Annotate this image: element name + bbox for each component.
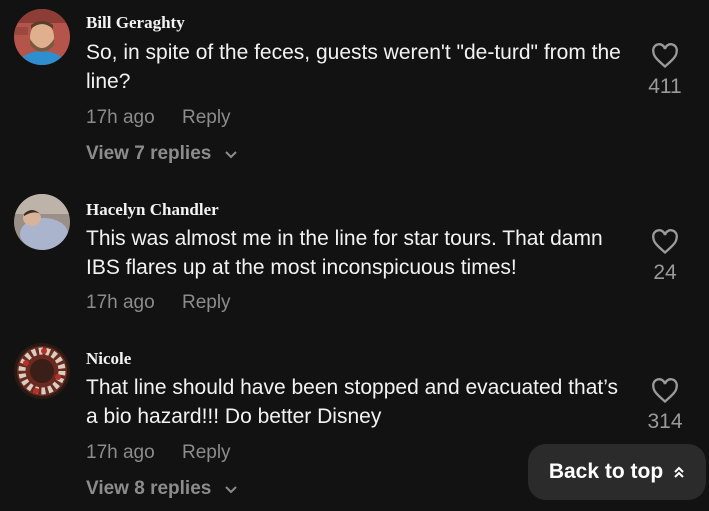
view-replies-button[interactable]: View 8 replies bbox=[86, 478, 237, 500]
like-button[interactable]: 411 bbox=[635, 43, 695, 99]
double-chevron-up-icon bbox=[674, 466, 684, 478]
comment-author[interactable]: Hacelyn Chandler bbox=[86, 200, 219, 220]
comment-timestamp: 17h ago bbox=[86, 442, 155, 463]
reply-button[interactable]: Reply bbox=[182, 292, 231, 313]
comment-text: So, in spite of the feces, guests weren'… bbox=[86, 41, 621, 93]
heart-icon bbox=[652, 229, 678, 255]
comment-author[interactable]: Bill Geraghty bbox=[86, 13, 185, 33]
avatar[interactable] bbox=[14, 9, 70, 65]
comment-meta: 17h ago Reply bbox=[86, 107, 231, 129]
like-count: 24 bbox=[653, 261, 677, 284]
heart-icon bbox=[652, 378, 678, 404]
like-count: 314 bbox=[647, 410, 683, 433]
back-to-top-button[interactable]: Back to top bbox=[528, 444, 706, 500]
comment-text: This was almost me in the line for star … bbox=[86, 227, 603, 279]
like-button[interactable]: 24 bbox=[635, 229, 695, 285]
like-count: 411 bbox=[648, 75, 682, 98]
comment-meta: 17h ago Reply bbox=[86, 442, 231, 464]
chevron-down-icon bbox=[224, 143, 237, 165]
back-to-top-label: Back to top bbox=[548, 460, 664, 483]
comment-timestamp: 17h ago bbox=[86, 107, 155, 128]
view-replies-button[interactable]: View 7 replies bbox=[86, 143, 237, 165]
view-replies-label: View 7 replies bbox=[86, 143, 212, 165]
comment-author[interactable]: Nicole bbox=[86, 349, 131, 369]
like-button[interactable]: 314 bbox=[635, 378, 695, 434]
reply-button[interactable]: Reply bbox=[182, 107, 231, 128]
comment-timestamp: 17h ago bbox=[86, 292, 155, 313]
reply-button[interactable]: Reply bbox=[182, 442, 231, 463]
comment-text: That line should have been stopped and e… bbox=[86, 376, 619, 428]
comment-meta: 17h ago Reply bbox=[86, 292, 231, 314]
heart-icon bbox=[652, 43, 678, 69]
avatar[interactable] bbox=[14, 343, 70, 399]
chevron-down-icon bbox=[224, 478, 237, 500]
view-replies-label: View 8 replies bbox=[86, 478, 212, 500]
avatar[interactable] bbox=[14, 194, 70, 250]
